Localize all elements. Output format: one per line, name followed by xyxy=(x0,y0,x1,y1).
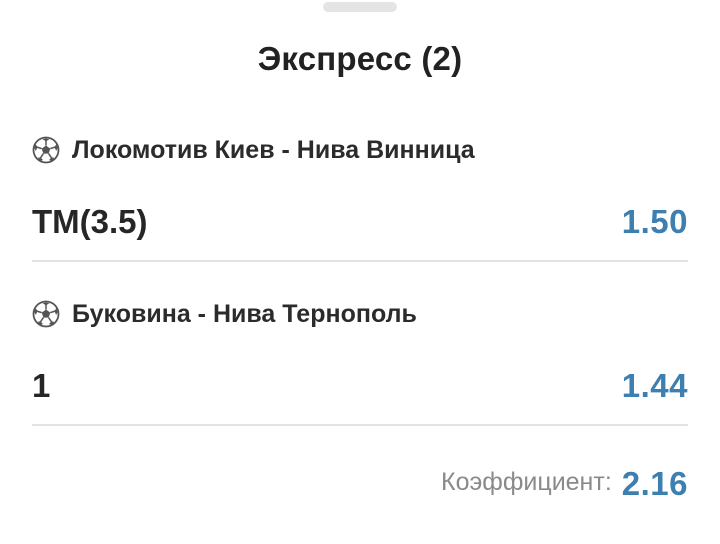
bet-row[interactable]: ТМ(3.5) 1.50 xyxy=(32,200,688,244)
total-odds-value: 2.16 xyxy=(621,465,688,502)
match-name: Буковина - Нива Тернополь xyxy=(72,299,417,328)
bet-event: Буковина - Нива Тернополь 1 1.44 xyxy=(32,284,688,448)
match-row: Локомотив Киев - Нива Винница xyxy=(32,134,475,166)
market-label: 1 xyxy=(32,367,51,404)
soccer-ball-icon xyxy=(32,300,60,328)
match-name: Локомотив Киев - Нива Винница xyxy=(72,135,475,164)
odds-value: 1.44 xyxy=(621,367,688,404)
divider xyxy=(32,424,688,426)
bet-event: Локомотив Киев - Нива Винница ТМ(3.5) 1.… xyxy=(32,120,688,284)
total-odds-label: Коэффициент: xyxy=(441,467,612,496)
market-label: ТМ(3.5) xyxy=(32,203,148,240)
bet-row[interactable]: 1 1.44 xyxy=(32,364,688,408)
express-bet-sheet: Экспресс (2) Локомотив Киев - Нива Винни… xyxy=(0,0,720,544)
total-odds: Коэффициент: 2.16 xyxy=(441,462,688,506)
match-row: Буковина - Нива Тернополь xyxy=(32,298,417,330)
odds-value: 1.50 xyxy=(621,203,688,240)
soccer-ball-icon xyxy=(32,136,60,164)
divider xyxy=(32,260,688,262)
drag-handle[interactable] xyxy=(323,2,397,12)
page-title: Экспресс (2) xyxy=(257,40,463,77)
